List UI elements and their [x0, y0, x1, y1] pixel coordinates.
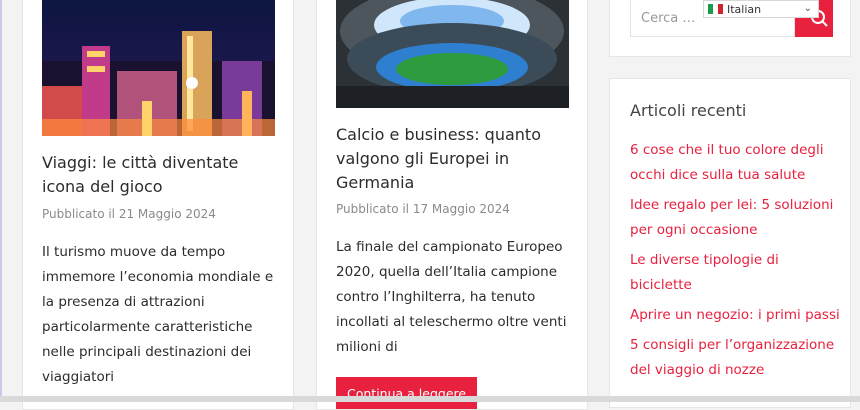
- recent-post-link[interactable]: Le diverse tipologie di biciclette: [630, 252, 779, 293]
- list-item: 5 consigli per l’organizzazione del viag…: [630, 333, 840, 383]
- italy-flag-icon: [708, 4, 723, 14]
- list-item: Idee regalo per lei: 5 soluzioni per ogn…: [630, 193, 840, 243]
- post-excerpt: La finale del campionato Europeo 2020, q…: [336, 239, 567, 355]
- post-card: Calcio e business: quanto valgono gli Eu…: [316, 0, 588, 410]
- post-excerpt: Il turismo muove da tempo immemore l’eco…: [42, 244, 274, 385]
- horizontal-scrollbar[interactable]: [0, 396, 860, 402]
- city-night-image[interactable]: [42, 0, 275, 136]
- read-more-button[interactable]: Continua a leggere: [336, 377, 478, 409]
- list-item: Aprire un negozio: i primi passi: [630, 303, 840, 328]
- recent-post-link[interactable]: Aprire un negozio: i primi passi: [630, 307, 840, 323]
- widget-title: Articoli recenti: [630, 101, 747, 120]
- left-border: [0, 0, 2, 402]
- post-title[interactable]: Viaggi: le città diventate icona del gio…: [42, 151, 282, 199]
- post-date: Pubblicato il 21 Maggio 2024: [42, 207, 216, 221]
- recent-post-link[interactable]: Idee regalo per lei: 5 soluzioni per ogn…: [630, 197, 833, 238]
- language-label: Italian: [727, 2, 762, 16]
- recent-post-link[interactable]: 5 consigli per l’organizzazione del viag…: [630, 337, 834, 378]
- language-select[interactable]: Italian ⌄: [703, 0, 819, 18]
- stadium-image[interactable]: [336, 0, 569, 108]
- post-date: Pubblicato il 17 Maggio 2024: [336, 202, 510, 216]
- post-title[interactable]: Calcio e business: quanto valgono gli Eu…: [336, 123, 576, 195]
- recent-posts-widget: Articoli recenti 6 cose che il tuo color…: [609, 78, 851, 408]
- recent-posts-list: 6 cose che il tuo colore degli occhi dic…: [630, 138, 840, 388]
- list-item: 6 cose che il tuo colore degli occhi dic…: [630, 138, 840, 188]
- list-item: Le diverse tipologie di biciclette: [630, 248, 840, 298]
- chevron-down-icon: ⌄: [803, 3, 812, 14]
- post-card: Viaggi: le città diventate icona del gio…: [22, 0, 294, 410]
- recent-post-link[interactable]: 6 cose che il tuo colore degli occhi dic…: [630, 142, 823, 183]
